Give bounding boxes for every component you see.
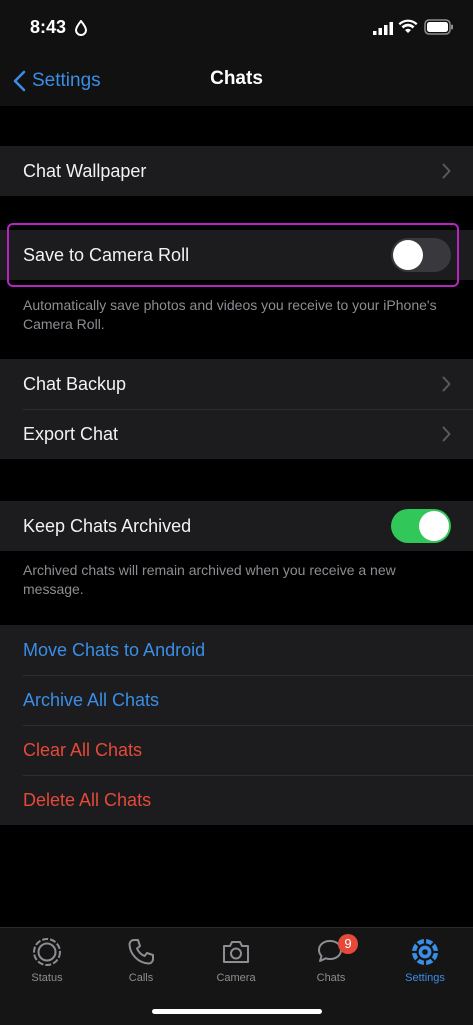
chat-wallpaper-row[interactable]: Chat Wallpaper [0, 146, 473, 196]
clear-all-chats-label: Clear All Chats [23, 739, 143, 760]
archive-all-chats-row[interactable]: Archive All Chats [0, 675, 473, 725]
tab-settings-label: Settings [405, 972, 445, 984]
tab-settings[interactable]: Settings [378, 934, 472, 994]
chevron-right-icon [442, 426, 451, 442]
settings-gear-icon [412, 939, 438, 965]
tab-calls-label: Calls [128, 972, 154, 984]
archived-footnote: Archived chats will remain archived when… [23, 562, 396, 597]
clear-all-chats-row[interactable]: Clear All Chats [0, 725, 473, 775]
keep-chats-archived-label: Keep Chats Archived [23, 515, 192, 536]
move-chats-to-android-row[interactable]: Move Chats to Android [0, 625, 473, 675]
status-icon [33, 938, 61, 966]
status-time: 8:43 [30, 17, 67, 37]
archived-group: Keep Chats Archived [0, 501, 473, 551]
camera-icon [223, 941, 249, 963]
wifi-icon [398, 19, 418, 33]
chevron-right-icon [442, 163, 451, 179]
cellular-signal-icon [373, 22, 393, 35]
home-indicator [152, 1009, 322, 1014]
tab-camera[interactable]: Camera [189, 934, 283, 994]
chats-unread-badge: 9 [338, 934, 358, 954]
move-chats-to-android-label: Move Chats to Android [23, 639, 206, 660]
export-chat-label: Export Chat [23, 423, 119, 444]
battery-icon [424, 19, 453, 35]
chat-backup-row[interactable]: Chat Backup [0, 359, 473, 409]
camera-roll-footnote: Automatically save photos and videos you… [23, 297, 437, 332]
chat-backup-label: Chat Backup [23, 373, 127, 394]
phone-icon [128, 939, 154, 965]
delete-all-chats-row[interactable]: Delete All Chats [0, 775, 473, 825]
delete-all-chats-label: Delete All Chats [23, 789, 152, 810]
location-arrow-icon [74, 20, 88, 36]
actions-group: Move Chats to Android Archive All Chats … [0, 625, 473, 825]
highlight-box [7, 223, 459, 287]
keep-chats-archived-toggle[interactable] [391, 509, 451, 543]
navigation-bar: Settings Chats [0, 56, 473, 106]
tab-camera-label: Camera [216, 972, 256, 984]
chevron-right-icon [442, 376, 451, 392]
tab-status[interactable]: Status [0, 934, 94, 994]
keep-chats-archived-row: Keep Chats Archived [0, 501, 473, 551]
export-chat-row[interactable]: Export Chat [0, 409, 473, 459]
toggle-knob [419, 511, 449, 541]
tab-chats-label: Chats [316, 972, 346, 984]
wallpaper-group: Chat Wallpaper [0, 146, 473, 196]
tab-status-label: Status [31, 972, 63, 984]
tab-chats[interactable]: 9 Chats [284, 934, 378, 994]
page-title: Chats [210, 68, 263, 89]
chat-wallpaper-label: Chat Wallpaper [23, 160, 147, 181]
tab-calls[interactable]: Calls [94, 934, 188, 994]
status-bar: 8:43 [0, 0, 473, 56]
backup-group: Chat Backup Export Chat [0, 359, 473, 459]
archive-all-chats-label: Archive All Chats [23, 689, 160, 710]
